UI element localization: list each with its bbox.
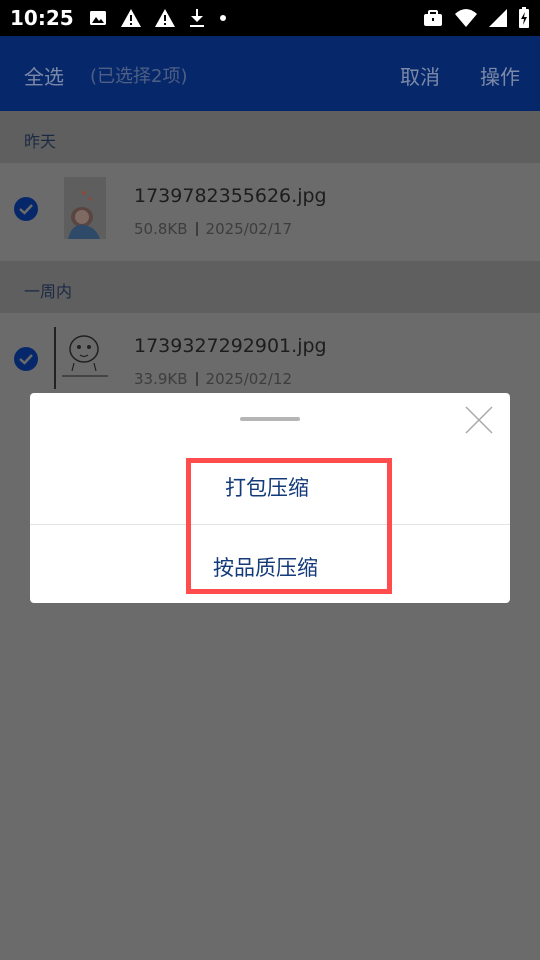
sketch-thumbnail — [54, 327, 108, 389]
warning-icon — [154, 9, 175, 27]
section-title: 昨天 — [24, 132, 57, 151]
check-icon — [19, 204, 33, 215]
selection-toolbar: 全选 (已选择2项) 取消 操作 — [0, 36, 540, 111]
select-all-button[interactable]: 全选 — [24, 61, 64, 90]
file-date: 2025/02/17 — [205, 220, 292, 238]
file-meta: 33.9KB 2025/02/12 — [134, 370, 292, 388]
check-icon — [19, 354, 33, 365]
highlight-annotation — [186, 458, 392, 594]
section-header-yesterday: 昨天 — [0, 111, 540, 163]
meta-divider — [195, 372, 198, 386]
briefcase-icon — [424, 10, 442, 26]
meta-divider — [195, 222, 198, 236]
cancel-button[interactable]: 取消 — [400, 61, 440, 90]
status-bar: 10:25 — [0, 0, 540, 36]
section-header-week: 一周内 — [0, 261, 540, 313]
checkbox-checked[interactable] — [14, 197, 38, 221]
actions-button[interactable]: 操作 — [480, 61, 520, 90]
dot-icon — [219, 15, 226, 21]
file-meta: 50.8KB 2025/02/17 — [134, 220, 292, 238]
file-name: 1739327292901.jpg — [134, 335, 327, 357]
checkbox-checked[interactable] — [14, 347, 38, 371]
status-time: 10:25 — [10, 6, 74, 30]
file-size: 50.8KB — [134, 220, 188, 238]
file-name: 1739782355626.jpg — [134, 185, 327, 207]
notification-icons — [88, 8, 228, 28]
section-title: 一周内 — [24, 282, 73, 301]
system-icons — [422, 0, 530, 36]
file-date: 2025/02/12 — [205, 370, 292, 388]
drag-handle[interactable] — [240, 417, 300, 421]
close-icon[interactable] — [462, 403, 496, 437]
image-icon — [89, 11, 106, 25]
warning-icon — [120, 9, 141, 27]
file-size: 33.9KB — [134, 370, 188, 388]
file-row[interactable]: 1739782355626.jpg 50.8KB 2025/02/17 — [0, 163, 540, 259]
battery-icon — [519, 7, 529, 28]
photo-thumbnail — [64, 177, 106, 239]
selected-count-label: (已选择2项) — [90, 66, 188, 87]
wifi-icon — [455, 9, 477, 27]
signal-icon — [489, 9, 507, 27]
download-icon — [189, 9, 204, 27]
